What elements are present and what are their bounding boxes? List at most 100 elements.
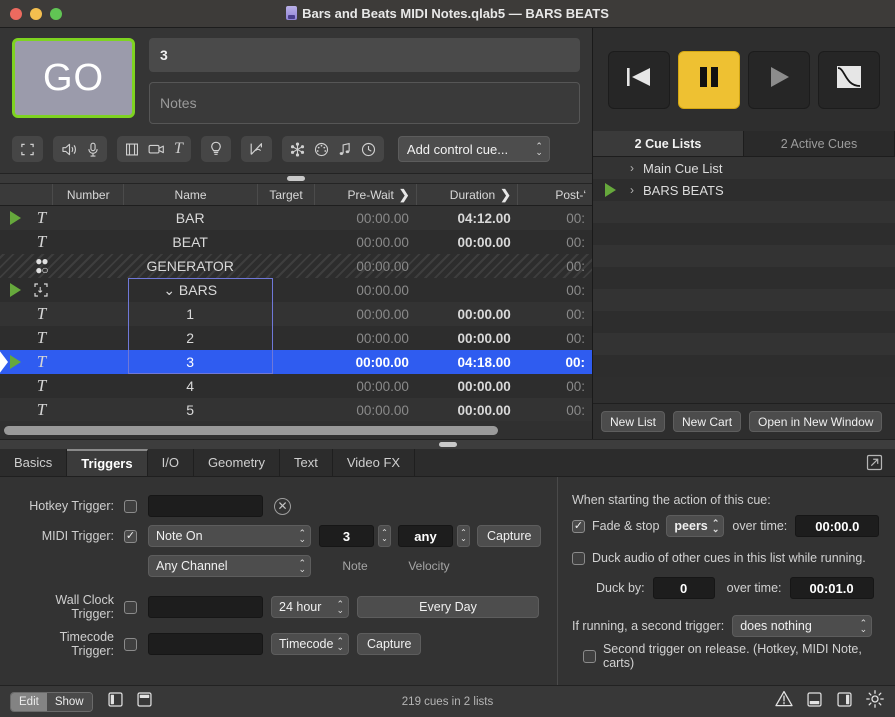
col-header-postwait[interactable]: Post-‘ (518, 184, 592, 205)
tab-i-o[interactable]: I/O (148, 449, 194, 476)
new-cart-button[interactable]: New Cart (673, 411, 741, 432)
midi-capture-button[interactable]: Capture (477, 525, 541, 547)
hscroll-thumb[interactable] (4, 426, 498, 435)
table-row[interactable]: T200:00.0000:00.0000: (0, 326, 592, 350)
fade-stop-over-time-input[interactable]: 00:00.0 (795, 515, 879, 537)
warning-icon[interactable] (774, 689, 794, 714)
table-row[interactable]: TBAR00:00.0004:12.0000: (0, 206, 592, 230)
disclosure-triangle-icon[interactable]: › (621, 183, 643, 197)
table-row[interactable]: T400:00.0000:00.0000: (0, 374, 592, 398)
cell-name[interactable]: GENERATOR (123, 254, 257, 278)
music-note-icon[interactable] (338, 142, 352, 157)
duck-checkbox[interactable] (572, 552, 585, 565)
speaker-icon[interactable] (61, 142, 78, 157)
duck-by-input[interactable]: 0 (653, 577, 715, 599)
hotkey-trigger-input[interactable] (148, 495, 263, 517)
timecode-trigger-checkbox[interactable] (124, 638, 137, 651)
cue-list-item[interactable]: ›BARS BEATS (593, 179, 895, 201)
tab-cue-lists[interactable]: 2 Cue Lists (593, 131, 744, 156)
tab-video-fx[interactable]: Video FX (333, 449, 415, 476)
hotkey-trigger-checkbox[interactable] (124, 500, 137, 513)
wall-clock-format-dropdown[interactable]: 24 hour ⌃⌄ (271, 596, 349, 618)
table-row[interactable]: T500:00.0000:00.0000: (0, 398, 592, 421)
col-header-target[interactable]: Target (258, 184, 316, 205)
inspector-toggle-icon[interactable] (135, 690, 154, 714)
pause-button[interactable] (678, 51, 740, 109)
cell-name[interactable]: 1 (123, 302, 257, 326)
cell-name[interactable]: ⌄ BARS (123, 278, 257, 302)
network-icon[interactable] (290, 142, 305, 157)
open-in-new-window-button[interactable]: Open in New Window (749, 411, 882, 432)
show-mode-button[interactable]: Show (47, 693, 92, 711)
clock-icon[interactable] (361, 142, 376, 157)
cell-name[interactable]: 3 (123, 350, 257, 374)
tab-triggers[interactable]: Triggers (67, 449, 147, 476)
cell-name[interactable]: 2 (123, 326, 257, 350)
play-button[interactable] (748, 51, 810, 109)
table-split-handle[interactable] (0, 174, 592, 184)
midi-note-stepper[interactable]: ⌃⌄ (378, 525, 391, 547)
timecode-input[interactable] (148, 633, 263, 655)
wall-clock-trigger-checkbox[interactable] (124, 601, 137, 614)
midi-velocity-input[interactable]: any (398, 525, 453, 547)
fade-stop-checkbox[interactable] (572, 520, 585, 533)
midi-trigger-checkbox[interactable] (124, 530, 137, 543)
film-icon[interactable] (125, 142, 139, 157)
table-row[interactable]: ⌄ BARS00:00.0000: (0, 278, 592, 302)
tab-text[interactable]: Text (280, 449, 333, 476)
notes-field[interactable]: Notes (149, 82, 580, 124)
cue-number-field[interactable]: 3 (149, 38, 580, 72)
timecode-capture-button[interactable]: Capture (357, 633, 421, 655)
release-trigger-checkbox[interactable] (583, 650, 596, 663)
sidebar-toggle-icon[interactable] (106, 690, 125, 714)
lightbulb-icon[interactable] (209, 141, 223, 157)
col-header-prewait[interactable]: Pre-Wait ❯ (315, 184, 416, 205)
open-in-window-icon[interactable] (866, 454, 883, 476)
table-row[interactable]: T300:00.0004:18.0000: (0, 350, 592, 374)
close-button[interactable] (10, 8, 22, 20)
disclosure-triangle-icon[interactable]: › (621, 161, 643, 175)
cell-name[interactable]: 4 (123, 374, 257, 398)
window-controls[interactable] (0, 8, 62, 20)
minimize-button[interactable] (30, 8, 42, 20)
col-header-number[interactable]: Number (53, 184, 124, 205)
col-header-name[interactable]: Name (124, 184, 257, 205)
midi-icon[interactable] (314, 142, 329, 157)
zoom-button[interactable] (50, 8, 62, 20)
text-icon[interactable]: T (174, 140, 183, 158)
table-row[interactable]: TBEAT00:00.0000:00.0000: (0, 230, 592, 254)
midi-message-type-dropdown[interactable]: Note On ⌃⌄ (148, 525, 311, 547)
new-list-button[interactable]: New List (601, 411, 665, 432)
col-header-duration[interactable]: Duration ❯ (417, 184, 518, 205)
table-row[interactable]: ●●●○GENERATOR00:00.0000: (0, 254, 592, 278)
duck-over-time-input[interactable]: 00:01.0 (790, 577, 874, 599)
mode-segmented-control[interactable]: Edit Show (10, 692, 93, 712)
table-row[interactable]: T100:00.0000:00.0000: (0, 302, 592, 326)
cue-list-item[interactable]: ›Main Cue List (593, 157, 895, 179)
inspector-split-handle[interactable] (0, 440, 895, 449)
clear-circle-icon[interactable]: ✕ (274, 498, 291, 515)
fade-out-all-button[interactable] (818, 51, 880, 109)
tab-basics[interactable]: Basics (0, 449, 67, 476)
cell-name[interactable]: BAR (123, 206, 257, 230)
midi-note-input[interactable]: 3 (319, 525, 374, 547)
tab-active-cues[interactable]: 2 Active Cues (744, 131, 895, 156)
second-trigger-dropdown[interactable]: does nothing ⌃⌄ (732, 615, 872, 637)
midi-channel-dropdown[interactable]: Any Channel ⌃⌄ (148, 555, 311, 577)
bottom-panel-icon[interactable] (805, 690, 824, 714)
microphone-icon[interactable] (87, 142, 99, 157)
cue-table-horizontal-scrollbar[interactable] (0, 421, 592, 439)
cell-name[interactable]: BEAT (123, 230, 257, 254)
fade-stop-scope-dropdown[interactable]: peers ⌃⌄ (666, 515, 724, 537)
cell-name[interactable]: 5 (123, 398, 257, 421)
fullscreen-cue-icon[interactable] (20, 142, 35, 157)
wall-clock-input[interactable] (148, 596, 263, 618)
gear-icon[interactable] (865, 689, 885, 714)
midi-velocity-stepper[interactable]: ⌃⌄ (457, 525, 470, 547)
go-button[interactable]: GO (12, 38, 135, 118)
timecode-format-dropdown[interactable]: Timecode ⌃⌄ (271, 633, 349, 655)
edit-mode-button[interactable]: Edit (11, 693, 47, 711)
wall-clock-days-button[interactable]: Every Day (357, 596, 539, 618)
tab-geometry[interactable]: Geometry (194, 449, 280, 476)
previous-cue-button[interactable] (608, 51, 670, 109)
